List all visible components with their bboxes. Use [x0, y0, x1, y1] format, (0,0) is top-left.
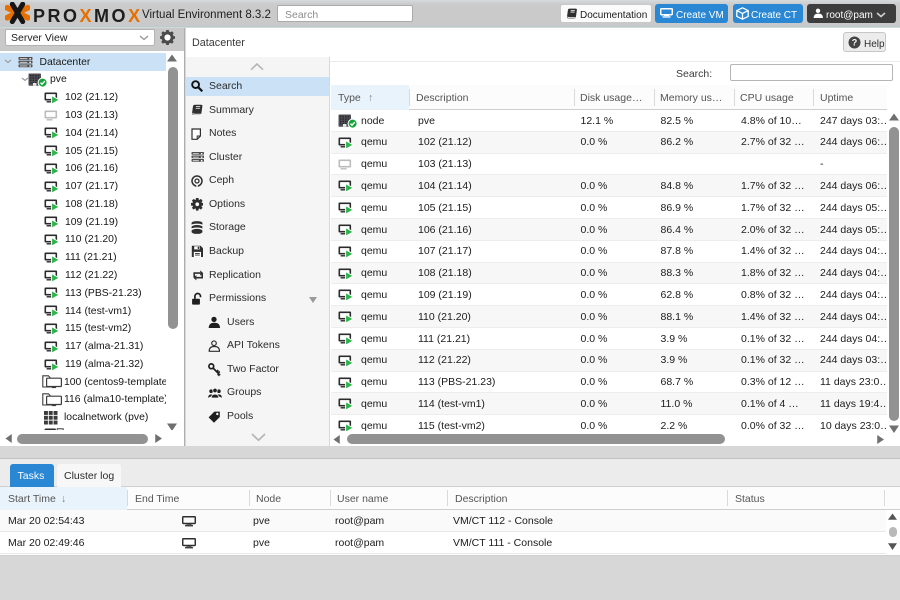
- svg-text:?: ?: [852, 37, 858, 47]
